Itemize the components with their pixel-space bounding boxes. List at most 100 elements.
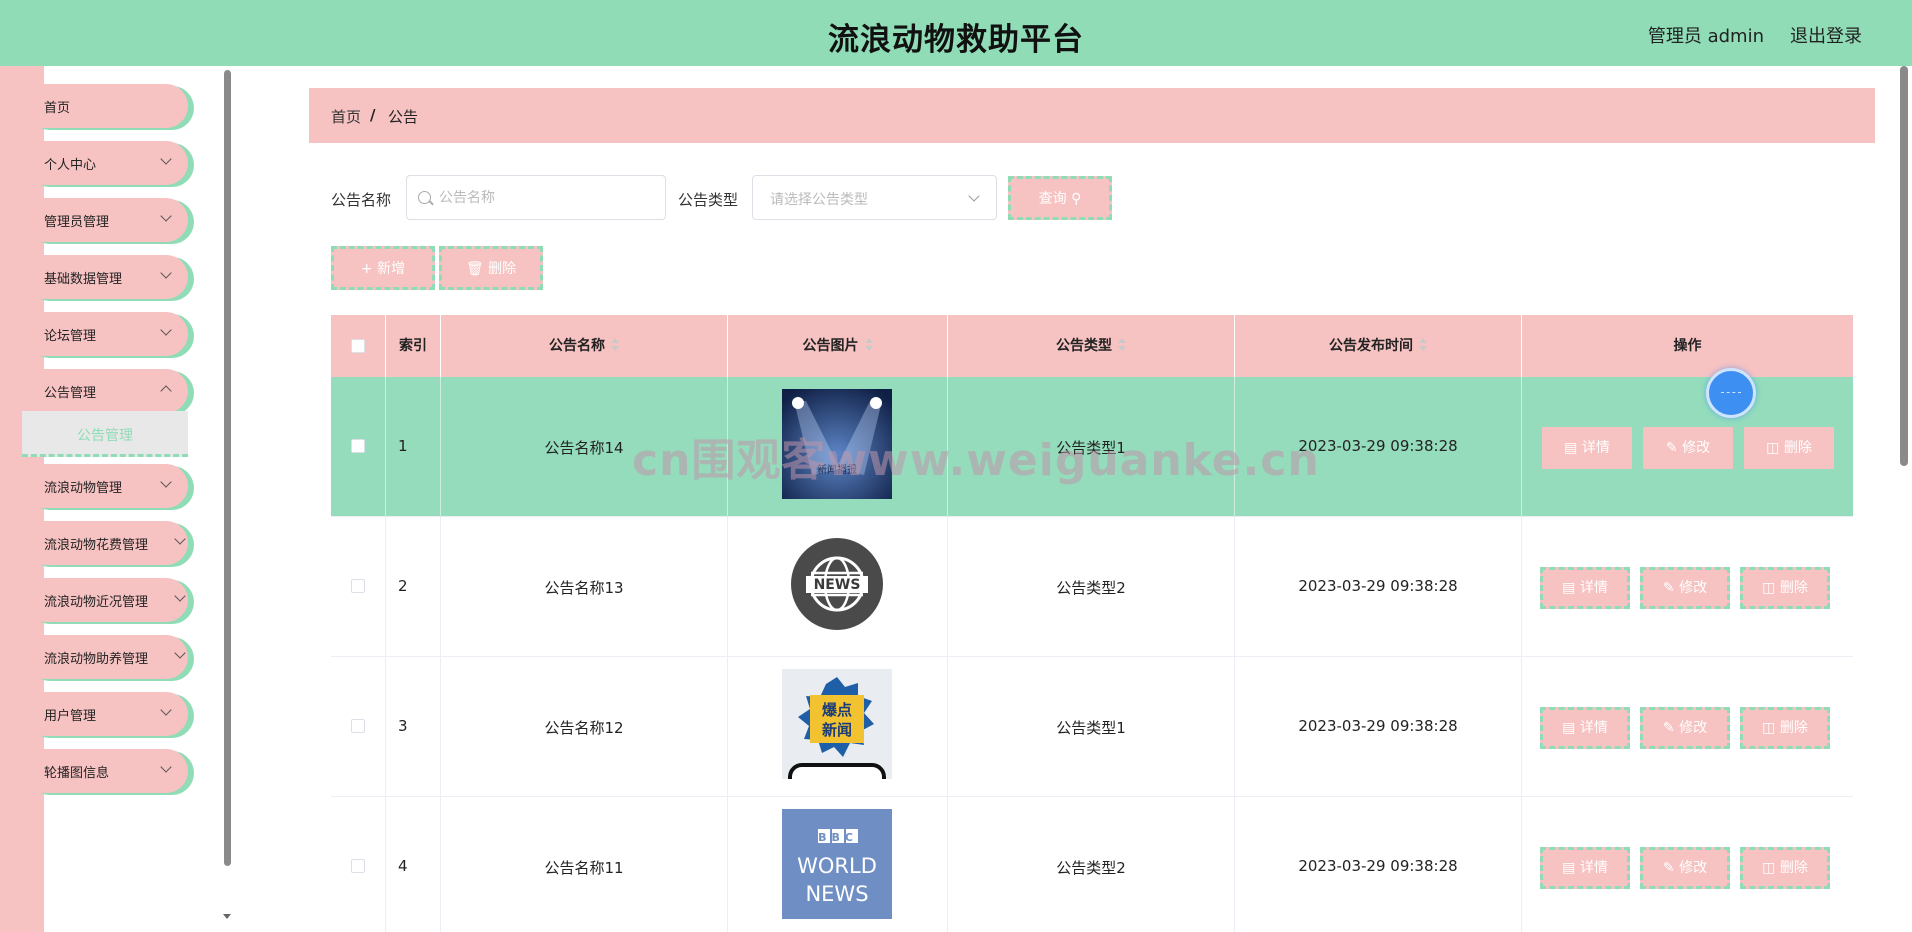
- chevron-down-icon: [160, 704, 172, 716]
- row-checkbox[interactable]: [351, 719, 365, 733]
- row-image-cell: BBC WORLD NEWS: [728, 797, 948, 932]
- query-button[interactable]: 查询 ⚲: [1008, 176, 1112, 220]
- sidebar-item-animal-status[interactable]: 流浪动物近况管理: [22, 578, 188, 622]
- sort-icon[interactable]: [864, 338, 873, 352]
- breadcrumb-home[interactable]: 首页: [331, 106, 361, 127]
- sidebar-item-label: 首页: [44, 101, 71, 116]
- sidebar-scrollbar[interactable]: [224, 70, 231, 866]
- edit-button[interactable]: ✎ 修改: [1640, 847, 1730, 889]
- spotlight-news-image[interactable]: 新闻播报: [782, 389, 892, 499]
- svg-text:WORLD: WORLD: [797, 854, 877, 878]
- edit-button[interactable]: ✎ 修改: [1640, 707, 1730, 749]
- svg-text:新闻播报: 新闻播报: [817, 463, 857, 476]
- sidebar-item-label: 流浪动物管理: [44, 481, 123, 496]
- search-name-label: 公告名称: [331, 191, 392, 209]
- delete-button[interactable]: ◫ 删除: [1740, 707, 1830, 749]
- sidebar-item-animal-sponsorship[interactable]: 流浪动物助养管理: [22, 635, 188, 679]
- row-type: 公告类型1: [948, 657, 1235, 797]
- row-name: 公告名称14: [441, 377, 728, 517]
- detail-button[interactable]: ▤ 详情: [1540, 567, 1630, 609]
- top-header: 流浪动物救助平台 管理员 admin 退出登录: [0, 0, 1912, 66]
- query-button-label: 查询: [1038, 191, 1067, 207]
- row-type: 公告类型2: [948, 797, 1235, 932]
- sidebar-item-label: 论坛管理: [44, 329, 97, 344]
- sidebar-item-home[interactable]: 首页: [22, 84, 188, 128]
- header-type[interactable]: 公告类型: [948, 315, 1235, 377]
- pencil-icon: ✎: [1662, 860, 1675, 876]
- sidebar-item-label: 流浪动物近况管理: [44, 595, 149, 610]
- row-checkbox[interactable]: [351, 579, 365, 593]
- sort-icon[interactable]: [611, 338, 619, 352]
- row-index: 3: [386, 657, 441, 797]
- add-button-label: 新增: [377, 261, 406, 277]
- batch-delete-label: 删除: [488, 261, 517, 277]
- bbc-world-news-image[interactable]: BBC WORLD NEWS: [782, 809, 892, 919]
- sidebar-item-stray-animals[interactable]: 流浪动物管理: [22, 464, 188, 508]
- header-name[interactable]: 公告名称: [441, 315, 728, 377]
- sort-icon[interactable]: [1118, 338, 1126, 352]
- app-title: 流浪动物救助平台: [828, 22, 1084, 58]
- chevron-down-icon: [174, 590, 186, 602]
- table-row[interactable]: 3 公告名称12 爆点 新闻 公告类型1 2023-03-29 09:38:28…: [331, 657, 1853, 797]
- delete-button[interactable]: ◫ 删除: [1740, 847, 1830, 889]
- trash-icon: ◫: [1762, 580, 1776, 596]
- chevron-down-icon: [160, 153, 172, 165]
- edit-button[interactable]: ✎ 修改: [1640, 567, 1730, 609]
- row-checkbox[interactable]: [351, 439, 365, 453]
- sidebar-item-basic-data[interactable]: 基础数据管理: [22, 255, 188, 299]
- detail-button[interactable]: ▤ 详情: [1540, 847, 1630, 889]
- logout-link[interactable]: 退出登录: [1790, 22, 1862, 48]
- svg-text:爆点: 爆点: [822, 701, 852, 719]
- detail-button[interactable]: ▤ 详情: [1540, 707, 1630, 749]
- sidebar-item-carousel[interactable]: 轮播图信息: [22, 749, 188, 793]
- delete-button[interactable]: ◫ 删除: [1744, 427, 1834, 469]
- breaking-news-phone-image[interactable]: 爆点 新闻: [782, 669, 892, 779]
- row-checkbox[interactable]: [351, 859, 365, 873]
- detail-button[interactable]: ▤ 详情: [1542, 427, 1632, 469]
- svg-text:BBC: BBC: [818, 831, 858, 844]
- header-image[interactable]: 公告图片: [728, 315, 948, 377]
- document-icon: ▤: [1562, 720, 1576, 736]
- table-row[interactable]: 4 公告名称11 BBC WORLD NEWS 公告类型2 2023-03-29…: [331, 797, 1853, 932]
- row-actions: ▤ 详情 ✎ 修改 ◫ 删除: [1522, 657, 1853, 797]
- document-icon: ▤: [1562, 580, 1576, 596]
- batch-delete-button[interactable]: 🗑 删除: [439, 246, 543, 290]
- sidebar-item-announcement[interactable]: 公告管理: [22, 369, 188, 413]
- breadcrumb-current: 公告: [388, 108, 419, 126]
- pencil-icon: ✎: [1662, 720, 1675, 736]
- current-user: 管理员 admin: [1647, 26, 1764, 47]
- header-index: 索引: [386, 315, 441, 377]
- sidebar-item-label: 基础数据管理: [44, 272, 123, 287]
- page-scrollbar[interactable]: [1900, 66, 1908, 466]
- sidebar-item-label: 个人中心: [44, 158, 97, 173]
- row-time: 2023-03-29 09:38:28: [1235, 377, 1522, 517]
- sidebar-item-forum[interactable]: 论坛管理: [22, 312, 188, 356]
- edit-button[interactable]: ✎ 修改: [1643, 427, 1733, 469]
- document-icon: ▤: [1564, 440, 1578, 456]
- search-name-input[interactable]: [439, 176, 659, 219]
- table-row[interactable]: 2 公告名称13 NEWS 公告类型2 2023-03-29 09:38:28 …: [331, 517, 1853, 657]
- sidebar-item-label: 流浪动物花费管理: [44, 538, 149, 553]
- row-checkbox-cell: [331, 517, 386, 657]
- sidebar-item-admin-management[interactable]: 管理员管理: [22, 198, 188, 242]
- row-index: 4: [386, 797, 441, 932]
- svg-text:NEWS: NEWS: [805, 882, 868, 906]
- add-button[interactable]: + 新增: [331, 246, 435, 290]
- table-row[interactable]: 1 公告名称14 新闻播报 公告类型1 2023-03-29 09:38:28 …: [331, 377, 1853, 517]
- sidebar-subitem-label: 公告管理: [77, 428, 133, 444]
- sidebar-item-users[interactable]: 用户管理: [22, 692, 188, 736]
- type-select[interactable]: 请选择公告类型: [752, 175, 997, 220]
- search-name-field[interactable]: [406, 175, 666, 220]
- news-globe-image[interactable]: NEWS: [782, 529, 892, 639]
- scroll-down-arrow-icon[interactable]: [223, 914, 231, 919]
- sidebar-item-animal-expenses[interactable]: 流浪动物花费管理: [22, 521, 188, 565]
- row-checkbox-cell: [331, 797, 386, 932]
- sort-icon[interactable]: [1419, 338, 1427, 352]
- select-all-checkbox[interactable]: [351, 339, 365, 353]
- row-checkbox-cell: [331, 377, 386, 517]
- sidebar-item-personal-center[interactable]: 个人中心: [22, 141, 188, 185]
- sidebar-subitem-announcement[interactable]: 公告管理: [22, 411, 188, 457]
- header-time[interactable]: 公告发布时间: [1235, 315, 1522, 377]
- floating-assistant-button[interactable]: [1706, 368, 1756, 418]
- delete-button[interactable]: ◫ 删除: [1740, 567, 1830, 609]
